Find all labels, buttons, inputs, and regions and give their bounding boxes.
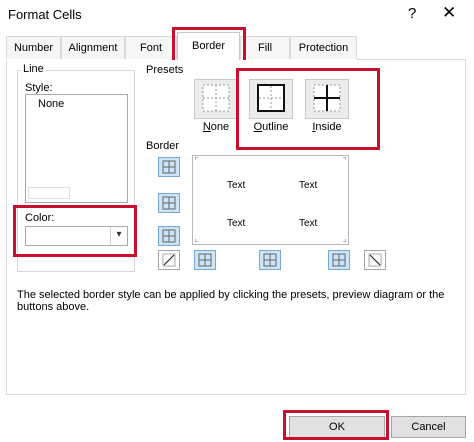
preview-corner-mark [343, 239, 346, 242]
preview-corner-mark [195, 239, 198, 242]
border-top-icon [162, 160, 176, 174]
border-diagonal-up-button[interactable] [158, 250, 180, 270]
line-style-none[interactable]: None [38, 98, 64, 110]
preview-text: Text [227, 218, 246, 229]
preview-corner-mark [195, 157, 198, 160]
border-center-button[interactable] [259, 250, 281, 270]
preview-text: Text [227, 180, 246, 191]
diagonal-up-icon [162, 253, 176, 267]
tab-fill[interactable]: Fill [240, 36, 290, 59]
highlight-presets [236, 68, 380, 150]
border-bottom-icon [162, 229, 176, 243]
border-left-button[interactable] [194, 250, 216, 270]
highlight-color [13, 205, 137, 257]
style-label: Style: [25, 82, 53, 94]
border-middle-icon [162, 196, 176, 210]
dialog-title: Format Cells [8, 7, 82, 22]
tab-alignment[interactable]: Alignment [61, 36, 125, 59]
diagonal-down-icon [368, 253, 382, 267]
preview-text: Text [299, 218, 318, 229]
border-center-icon [263, 253, 277, 267]
tab-protection[interactable]: Protection [290, 36, 357, 59]
preset-none-text: one [210, 121, 230, 133]
border-right-icon [332, 253, 346, 267]
close-icon[interactable]: ✕ [442, 3, 456, 23]
cancel-button[interactable]: Cancel [391, 416, 466, 438]
line-legend: Line [21, 63, 46, 75]
border-right-button[interactable] [328, 250, 350, 270]
preview-corner-mark [343, 157, 346, 160]
tab-font[interactable]: Font [125, 36, 177, 59]
line-style-swatch [28, 187, 70, 199]
preset-none-icon [202, 84, 230, 112]
border-diagonal-down-button[interactable] [364, 250, 386, 270]
border-bottom-button[interactable] [158, 226, 180, 246]
info-text: The selected border style can be applied… [17, 289, 445, 313]
border-legend: Border [146, 140, 180, 152]
presets-legend: Presets [146, 64, 184, 76]
border-left-icon [198, 253, 212, 267]
preset-none-button[interactable] [194, 79, 238, 119]
preview-text: Text [299, 180, 318, 191]
border-middle-button[interactable] [158, 193, 180, 213]
highlight-ok [283, 410, 389, 440]
border-preview[interactable] [192, 155, 349, 245]
preset-none-accel: N [202, 121, 211, 133]
help-icon[interactable]: ? [408, 5, 416, 22]
border-top-button[interactable] [158, 157, 180, 177]
tab-number[interactable]: Number [6, 36, 61, 59]
